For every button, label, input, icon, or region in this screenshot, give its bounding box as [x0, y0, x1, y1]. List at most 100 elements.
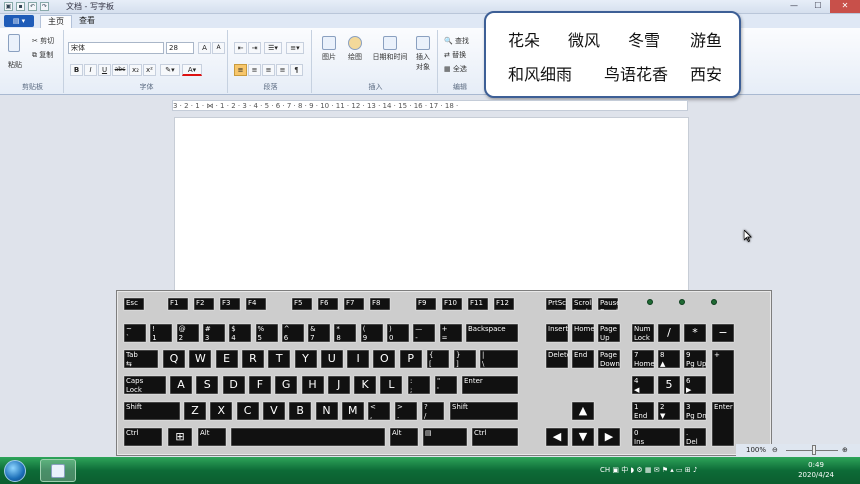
key[interactable]: ▤: [422, 427, 468, 447]
key[interactable]: Enter: [711, 401, 735, 447]
key[interactable]: Shift: [123, 401, 181, 421]
font-family-select[interactable]: 宋体: [68, 42, 164, 54]
key[interactable]: 3 Pg Dn: [683, 401, 707, 421]
key[interactable]: Page Up: [597, 323, 621, 343]
key[interactable]: 8 ▲: [657, 349, 681, 369]
subscript-button[interactable]: x₂: [129, 64, 142, 76]
key[interactable]: | \: [479, 349, 519, 369]
key[interactable]: ▲: [571, 401, 595, 421]
replace-button[interactable]: ⇄ 替换: [444, 50, 466, 60]
key[interactable]: — -: [412, 323, 437, 343]
key[interactable]: −: [711, 323, 735, 343]
grow-font-button[interactable]: A: [198, 42, 211, 54]
key[interactable]: Num Lock: [631, 323, 655, 343]
key[interactable]: J: [326, 375, 351, 395]
key[interactable]: < ,: [367, 401, 391, 421]
key[interactable]: ~ `: [123, 323, 147, 343]
justify-button[interactable]: ≡: [276, 64, 289, 76]
key[interactable]: 9 Pg Up: [683, 349, 707, 369]
key[interactable]: F11: [467, 297, 489, 311]
key[interactable]: ◀: [545, 427, 569, 447]
key[interactable]: F4: [245, 297, 267, 311]
key[interactable]: @ 2: [175, 323, 200, 343]
insert-object-button[interactable]: 插入 对象: [412, 36, 434, 72]
key[interactable]: Shift: [449, 401, 519, 421]
key[interactable]: V: [261, 401, 286, 421]
zoom-out-button[interactable]: ⊖: [772, 444, 778, 456]
key[interactable]: 7 Home: [631, 349, 655, 369]
file-menu-button[interactable]: ▤ ▾: [4, 15, 34, 27]
shrink-font-button[interactable]: A: [212, 42, 225, 54]
key[interactable]: > .: [394, 401, 418, 421]
clock[interactable]: 0:49 2020/4/24: [798, 460, 834, 480]
tab-home[interactable]: 主页: [40, 15, 72, 28]
key[interactable]: Z: [183, 401, 207, 421]
key[interactable]: L: [379, 375, 404, 395]
key[interactable]: U: [319, 349, 344, 369]
key[interactable]: 5: [657, 375, 681, 395]
key[interactable]: Tab ⇆: [123, 349, 159, 369]
paste-button[interactable]: [8, 34, 20, 54]
key[interactable]: Enter: [461, 375, 519, 395]
key[interactable]: A: [169, 375, 193, 395]
increase-indent-button[interactable]: ⇥: [248, 42, 261, 54]
key[interactable]: F6: [317, 297, 339, 311]
start-button[interactable]: [4, 460, 26, 482]
taskbar-wordpad-button[interactable]: [40, 459, 76, 482]
bold-button[interactable]: B: [70, 64, 83, 76]
key[interactable]: F9: [415, 297, 437, 311]
key[interactable]: 2 ▼: [657, 401, 681, 421]
align-right-button[interactable]: ≡: [262, 64, 275, 76]
maximize-button[interactable]: ☐: [806, 0, 830, 13]
underline-button[interactable]: U: [98, 64, 111, 76]
key[interactable]: R: [240, 349, 265, 369]
key[interactable]: : ;: [407, 375, 431, 395]
key[interactable]: M: [340, 401, 365, 421]
key[interactable]: F1: [167, 297, 189, 311]
key[interactable]: Caps Lock: [123, 375, 167, 395]
key[interactable]: K: [353, 375, 378, 395]
key[interactable]: ⊞: [167, 427, 193, 447]
key[interactable]: I: [346, 349, 371, 369]
key[interactable]: N: [314, 401, 339, 421]
copy-button[interactable]: ⧉ 复制: [32, 50, 53, 60]
italic-button[interactable]: I: [84, 64, 97, 76]
key[interactable]: E: [214, 349, 239, 369]
key[interactable]: 1 End: [631, 401, 655, 421]
key[interactable]: Delete: [545, 349, 569, 369]
insert-picture-button[interactable]: 图片: [318, 36, 340, 62]
key[interactable]: B: [288, 401, 313, 421]
key[interactable]: 0 Ins: [631, 427, 681, 447]
tray-icons[interactable]: CH ▣ 中 ◗ ⚙ ▦ ✉ ⚑ ▴ ▭ ⊞ ♪: [600, 465, 697, 475]
key[interactable]: Alt: [389, 427, 419, 447]
key[interactable]: F5: [291, 297, 313, 311]
key[interactable]: } ]: [453, 349, 477, 369]
select-all-button[interactable]: ▦ 全选: [444, 64, 467, 74]
save-icon[interactable]: ▪: [16, 2, 25, 11]
key[interactable]: PrtSc: [545, 297, 567, 311]
key[interactable]: F7: [343, 297, 365, 311]
key[interactable]: ^ 6: [280, 323, 305, 343]
key[interactable]: & 7: [307, 323, 332, 343]
key[interactable]: T: [267, 349, 292, 369]
paint-drawing-button[interactable]: 绘图: [344, 36, 366, 62]
key[interactable]: /: [657, 323, 681, 343]
cut-button[interactable]: ✂ 剪切: [32, 36, 54, 46]
key[interactable]: Insert: [545, 323, 569, 343]
strikethrough-button[interactable]: abc: [112, 64, 128, 76]
decrease-indent-button[interactable]: ⇤: [234, 42, 247, 54]
key[interactable]: W: [188, 349, 213, 369]
font-color-button[interactable]: A▾: [182, 64, 202, 76]
key[interactable]: F: [247, 375, 272, 395]
key[interactable]: # 3: [201, 323, 226, 343]
key[interactable]: D: [221, 375, 246, 395]
ruler[interactable]: 3 · 2 · 1 · ⋈ · 1 · 2 · 3 · 4 · 5 · 6 · …: [172, 100, 688, 111]
key[interactable]: [230, 427, 386, 447]
key[interactable]: " ': [434, 375, 458, 395]
key[interactable]: Page Down: [597, 349, 621, 369]
key[interactable]: G: [274, 375, 299, 395]
key[interactable]: Ctrl: [471, 427, 519, 447]
key[interactable]: ? /: [421, 401, 445, 421]
key[interactable]: $ 4: [228, 323, 253, 343]
key[interactable]: F2: [193, 297, 215, 311]
